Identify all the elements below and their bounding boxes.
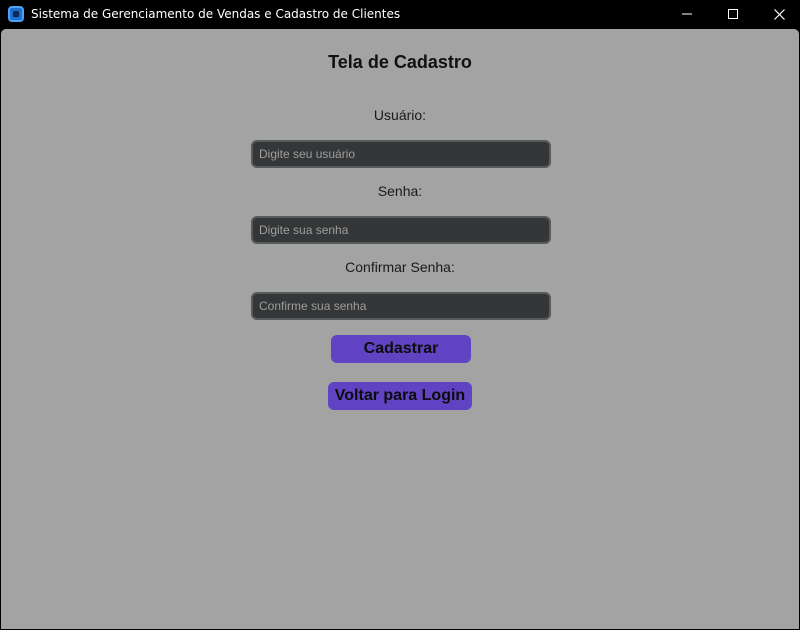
- close-button[interactable]: [756, 0, 800, 28]
- register-button[interactable]: Cadastrar: [331, 335, 471, 363]
- window-title: Sistema de Gerenciamento de Vendas e Cad…: [31, 7, 401, 21]
- registration-form: Tela de Cadastro Usuário: Senha: Confirm…: [1, 29, 799, 629]
- maximize-button[interactable]: [710, 0, 756, 28]
- app-icon: [8, 6, 24, 22]
- minimize-icon: [682, 13, 692, 15]
- back-to-login-button[interactable]: Voltar para Login: [328, 382, 472, 410]
- title-bar[interactable]: Sistema de Gerenciamento de Vendas e Cad…: [0, 0, 800, 28]
- app-window: Sistema de Gerenciamento de Vendas e Cad…: [0, 0, 800, 630]
- confirm-password-label: Confirmar Senha:: [345, 259, 455, 275]
- password-input[interactable]: [251, 216, 551, 244]
- minimize-button[interactable]: [664, 0, 710, 28]
- password-label: Senha:: [377, 183, 423, 199]
- confirm-password-input[interactable]: [251, 292, 551, 320]
- maximize-icon: [728, 9, 738, 19]
- close-icon: [773, 8, 785, 20]
- username-label: Usuário:: [373, 107, 427, 123]
- username-input[interactable]: [251, 140, 551, 168]
- page-title: Tela de Cadastro: [328, 52, 472, 72]
